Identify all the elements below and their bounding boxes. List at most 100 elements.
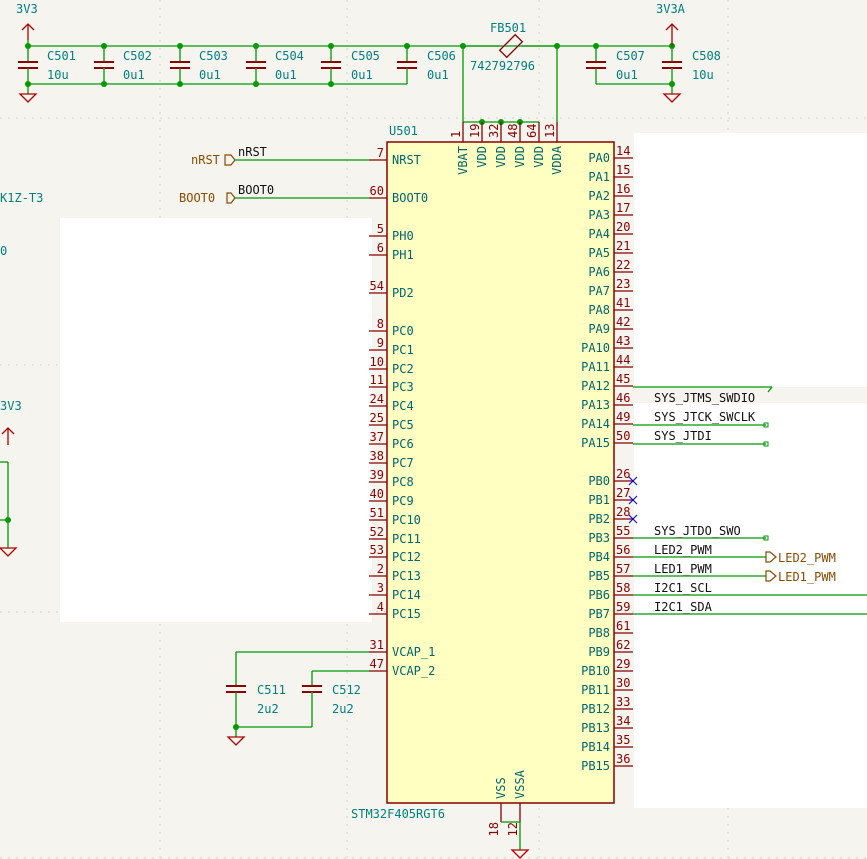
- net-label-swclk: SYS_JTCK_SWCLK: [654, 410, 756, 424]
- pin-number: 43: [616, 334, 630, 348]
- pin-number: 26: [616, 467, 630, 481]
- cap-c501: C501 10u: [18, 46, 76, 84]
- pin-name: PC7: [392, 456, 414, 470]
- pin-name: PC14: [392, 588, 421, 602]
- pin-number: 61: [616, 619, 630, 633]
- pin-number: 22: [616, 258, 630, 272]
- cap-ref: C503: [199, 49, 228, 63]
- pin-number: 45: [616, 372, 630, 386]
- pin-name: VCAP_2: [392, 664, 435, 678]
- pin-number: 50: [616, 429, 630, 443]
- pin-name: PC0: [392, 324, 414, 338]
- pin-number: 10: [370, 355, 384, 369]
- pin-name: PC11: [392, 532, 421, 546]
- pin-number: 51: [370, 506, 384, 520]
- pin-number: 21: [616, 239, 630, 253]
- pin-name: VDD: [513, 146, 527, 168]
- pin-name: PA6: [588, 265, 610, 279]
- pin-name: VDD: [532, 146, 546, 168]
- cap-value: 0u1: [616, 68, 638, 82]
- global-label-led1: LED1_PWM: [778, 570, 836, 584]
- power-label-3v3: 3V3: [16, 2, 38, 16]
- pin-number: 44: [616, 353, 630, 367]
- pin-number: 31: [370, 638, 384, 652]
- pin-number: 38: [370, 449, 384, 463]
- pin-name: PB11: [581, 683, 610, 697]
- pin-number: 19: [468, 124, 482, 138]
- pin-name: PC12: [392, 550, 421, 564]
- pin-number: 34: [616, 714, 630, 728]
- pin-number: 30: [616, 676, 630, 690]
- cap-value: 0u1: [351, 68, 373, 82]
- pin-number: 37: [370, 430, 384, 444]
- pin-name: PH0: [392, 229, 414, 243]
- pin-number: 18: [487, 822, 501, 836]
- cap-c506: C506 0u1: [397, 46, 456, 84]
- pin-name: PB0: [588, 474, 610, 488]
- pin-name: PC1: [392, 343, 414, 357]
- cap-c504: C504 0u1: [246, 46, 304, 84]
- pin-number: 42: [616, 315, 630, 329]
- pin-name: PH1: [392, 248, 414, 262]
- offpage-ref-fragment: K1Z-T3: [0, 191, 43, 205]
- net-nrst[interactable]: nRST nRST: [191, 145, 369, 167]
- pin-number: 47: [370, 657, 384, 671]
- net-swclk[interactable]: SYS_JTCK_SWCLK: [633, 410, 769, 428]
- pin-number: 13: [543, 124, 557, 138]
- cap-value: 2u2: [332, 702, 354, 716]
- cap-value: 0u1: [123, 68, 145, 82]
- pin-name: PD2: [392, 286, 414, 300]
- pin-name: PC8: [392, 475, 414, 489]
- pin-name: PB9: [588, 645, 610, 659]
- net-swdio[interactable]: SYS_JTMS_SWDIO: [633, 386, 773, 405]
- pin-name: PB2: [588, 512, 610, 526]
- pin-number: 55: [616, 524, 630, 538]
- pin-name: VCAP_1: [392, 645, 435, 659]
- pin-name: PA1: [588, 170, 610, 184]
- cap-ref: C504: [275, 49, 304, 63]
- pin-number: 29: [616, 657, 630, 671]
- pin-number: 23: [616, 277, 630, 291]
- pin-name: PA14: [581, 417, 610, 431]
- pin-name: PC5: [392, 418, 414, 432]
- cap-ref: C506: [427, 49, 456, 63]
- pin-number: 8: [377, 317, 384, 331]
- pin-name: PC6: [392, 437, 414, 451]
- pin-number: 6: [377, 241, 384, 255]
- pin-number: 53: [370, 543, 384, 557]
- pin-number: 4: [377, 600, 384, 614]
- pin-name: PB10: [581, 664, 610, 678]
- pin-number: 36: [616, 752, 630, 766]
- cap-c508: C508 10u: [662, 46, 721, 103]
- pin-name: PB5: [588, 569, 610, 583]
- pin-name: PB12: [581, 702, 610, 716]
- pin-number: 28: [616, 505, 630, 519]
- pin-name: PC9: [392, 494, 414, 508]
- net-label-led2: LED2_PWM: [654, 543, 712, 557]
- power-symbol-3v3-left: 3V3: [0, 399, 22, 557]
- net-boot0[interactable]: BOOT0 BOOT0: [179, 183, 369, 205]
- pin-name: PC10: [392, 513, 421, 527]
- pin-name: PA9: [588, 322, 610, 336]
- cap-value: 0u1: [427, 68, 449, 82]
- net-label-swdio: SYS_JTMS_SWDIO: [654, 391, 755, 405]
- pin-name: PA4: [588, 227, 610, 241]
- cap-ref: C511: [257, 683, 286, 697]
- pin-name: PB13: [581, 721, 610, 735]
- cap-ref: C502: [123, 49, 152, 63]
- pin-number: 16: [616, 182, 630, 196]
- cap-c503: C503 0u1: [170, 46, 228, 84]
- pin-name: VDD: [475, 146, 489, 168]
- ic-body[interactable]: [386, 141, 615, 804]
- cap-c502: C502 0u1: [94, 46, 152, 84]
- cap-value: 10u: [692, 68, 714, 82]
- pin-name: VBAT: [456, 146, 470, 175]
- net-label-sda: I2C1_SDA: [654, 600, 713, 614]
- cap-value: 0u1: [275, 68, 297, 82]
- pin-number: 56: [616, 543, 630, 557]
- ic-u501[interactable]: U501 STM32F405RGT6 1VBAT19VDD32VDD48VDD6…: [351, 122, 638, 836]
- power-symbol-3v3: 3V3: [16, 2, 38, 40]
- pin-number: 5: [377, 222, 384, 236]
- pin-name: PA3: [588, 208, 610, 222]
- pin-number: 62: [616, 638, 630, 652]
